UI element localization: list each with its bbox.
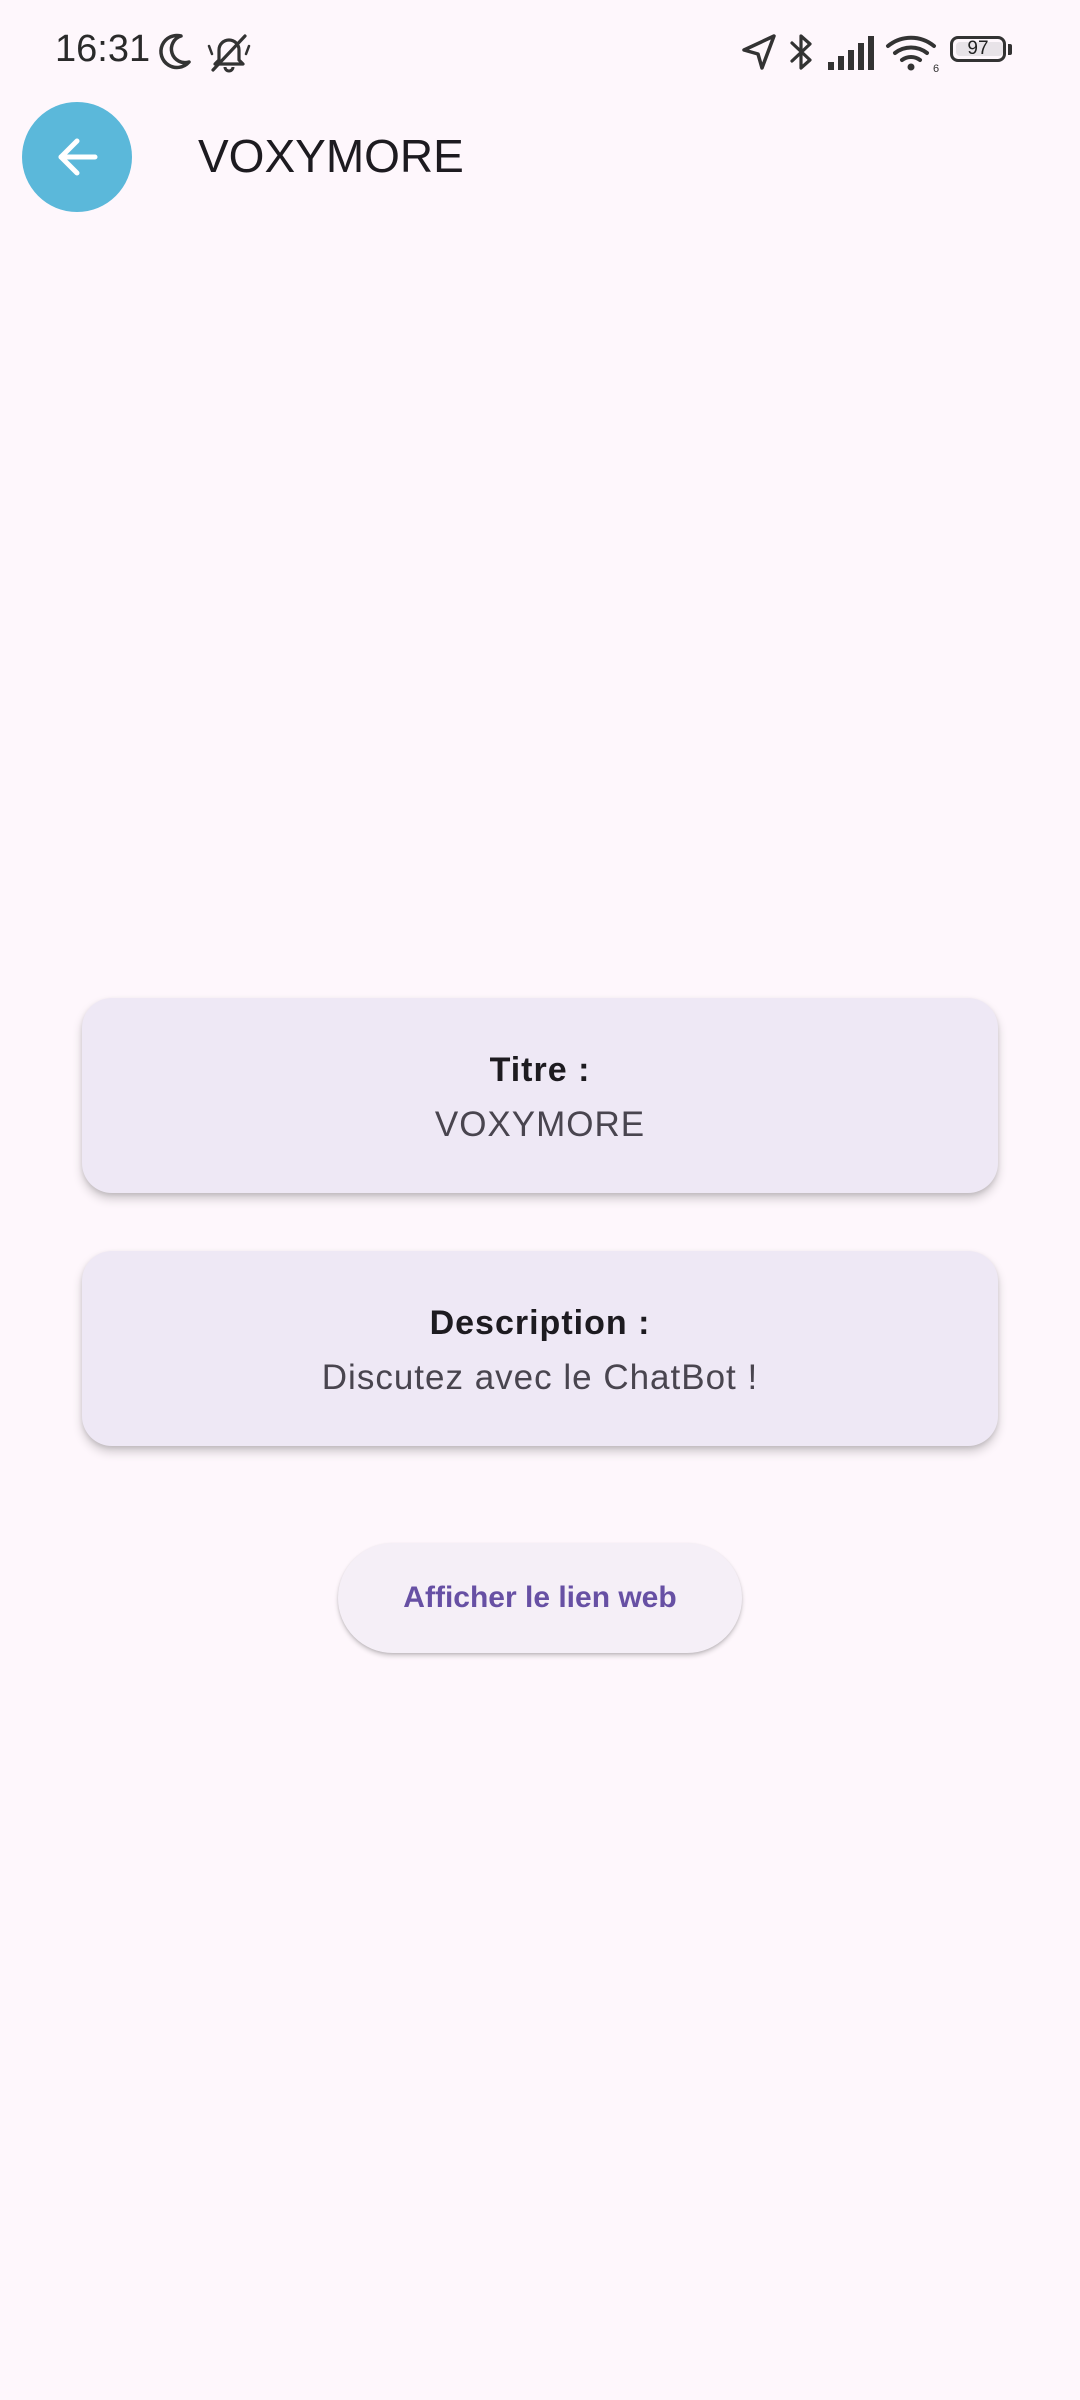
battery-level: 97: [967, 38, 989, 59]
arrow-back-icon: [58, 138, 98, 176]
svg-text:6: 6: [933, 63, 939, 74]
back-button[interactable]: [22, 102, 132, 212]
signal-icon: [828, 36, 874, 70]
description-card-value: Discutez avec le ChatBot !: [321, 1358, 759, 1397]
moon-icon: [159, 33, 191, 70]
title-card-label: Titre :: [489, 1051, 591, 1089]
description-card: Description : Discutez avec le ChatBot !: [82, 1251, 998, 1446]
title-card: Titre : VOXYMORE: [82, 998, 998, 1193]
title-card-value: VOXYMORE: [434, 1105, 646, 1144]
battery-icon: 97: [950, 36, 1014, 68]
description-card-label: Description :: [429, 1304, 651, 1342]
status-bar: 16:31 6 97: [0, 0, 1080, 104]
page-title: VOXYMORE: [198, 130, 464, 182]
location-icon: [742, 34, 776, 70]
status-time: 16:31: [55, 28, 151, 70]
bluetooth-icon: [790, 34, 812, 70]
wifi-icon: 6: [886, 35, 939, 74]
bell-off-icon: [207, 34, 251, 73]
show-web-link-button[interactable]: Afficher le lien web: [338, 1543, 742, 1653]
